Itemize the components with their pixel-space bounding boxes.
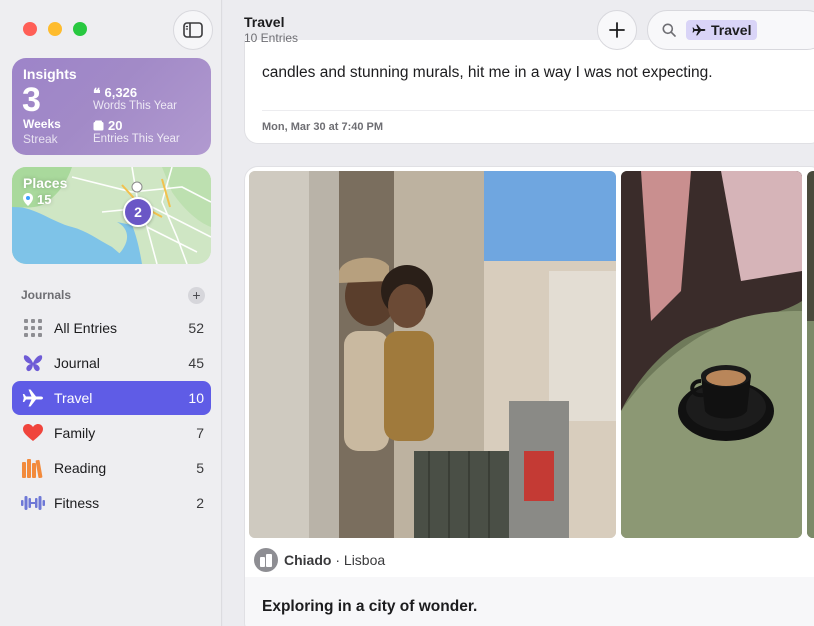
entry-count-subtitle: 10 Entries bbox=[244, 31, 299, 45]
words-value: 6,326 bbox=[104, 85, 138, 100]
sidebar-item-count: 5 bbox=[196, 460, 204, 476]
search-token-label: Travel bbox=[711, 22, 752, 38]
sidebar-item-family[interactable]: Family 7 bbox=[12, 416, 211, 450]
photo-partial bbox=[807, 171, 814, 538]
map-cluster-pin[interactable]: 2 bbox=[123, 197, 153, 227]
entry-title: Exploring in a city of wonder. bbox=[262, 598, 478, 615]
sidebar-item-count: 45 bbox=[188, 355, 204, 371]
places-count: 15 bbox=[23, 192, 51, 207]
entry-location[interactable]: Chiado · Lisboa bbox=[254, 548, 385, 572]
entries-icon bbox=[93, 120, 104, 131]
butterfly-icon bbox=[12, 354, 54, 372]
sidebar-item-all-entries[interactable]: All Entries 52 bbox=[12, 311, 211, 345]
minimize-window-button[interactable] bbox=[48, 22, 62, 36]
add-journal-button[interactable]: + bbox=[188, 287, 205, 304]
entries-stat: 20 bbox=[93, 118, 122, 133]
sidebar-item-count: 10 bbox=[188, 390, 204, 406]
heart-icon bbox=[12, 424, 54, 442]
location-pin-icon bbox=[23, 193, 33, 206]
journal-entry-card[interactable]: Chiado · Lisboa Exploring in a city of w… bbox=[244, 166, 814, 626]
plus-icon bbox=[609, 22, 625, 38]
divider bbox=[262, 110, 814, 111]
entry-body-text: candles and stunning murals, hit me in a… bbox=[262, 64, 713, 81]
close-window-button[interactable] bbox=[23, 22, 37, 36]
sidebar-item-label: Reading bbox=[54, 460, 107, 476]
sidebar-item-reading[interactable]: Reading 5 bbox=[12, 451, 211, 485]
toolbar: Travel 10 Entries Travel bbox=[223, 0, 814, 56]
location-name: Chiado bbox=[284, 552, 332, 568]
places-card[interactable]: Places 15 2 bbox=[12, 167, 211, 264]
sidebar-item-label: Fitness bbox=[54, 495, 100, 511]
search-filter-token[interactable]: Travel bbox=[686, 20, 758, 40]
insights-card[interactable]: Insights 3 Weeks Streak ❝ 6,326 Words Th… bbox=[12, 58, 211, 155]
sidebar-item-travel[interactable]: Travel 10 bbox=[12, 381, 211, 415]
sidebar-item-label: All Entries bbox=[54, 320, 118, 336]
places-count-value: 15 bbox=[37, 192, 52, 207]
search-field[interactable]: Travel bbox=[647, 10, 814, 50]
sidebar-item-label: Family bbox=[54, 425, 96, 441]
sidebar-item-fitness[interactable]: Fitness 2 bbox=[12, 486, 211, 520]
journals-section-title: Journals bbox=[21, 288, 72, 302]
location-city: Lisboa bbox=[343, 552, 386, 568]
balcony-photo bbox=[249, 171, 616, 538]
sidebar-item-count: 7 bbox=[196, 425, 204, 441]
sidebar-item-count: 52 bbox=[188, 320, 204, 336]
location-separator: · bbox=[331, 552, 344, 568]
entries-label: Entries This Year bbox=[93, 133, 180, 145]
sidebar-toggle-button[interactable] bbox=[173, 10, 213, 50]
entry-date: Mon, Mar 30 at 7:40 PM bbox=[262, 121, 384, 133]
streak-unit: Weeks bbox=[23, 117, 61, 131]
airplane-icon bbox=[12, 389, 54, 407]
building-icon bbox=[254, 548, 278, 572]
main-content: candles and stunning murals, hit me in a… bbox=[223, 0, 814, 626]
entries-value: 20 bbox=[108, 118, 123, 133]
sidebar-item-count: 2 bbox=[196, 495, 204, 511]
sidebar-item-label: Journal bbox=[54, 355, 100, 371]
streak-value: 3 bbox=[22, 81, 41, 119]
search-icon bbox=[662, 23, 676, 37]
quote-icon: ❝ bbox=[93, 84, 101, 101]
dumbbell-icon bbox=[12, 495, 54, 511]
words-stat: ❝ 6,326 bbox=[93, 85, 137, 100]
places-title: Places bbox=[23, 175, 68, 191]
coffee-photo bbox=[621, 171, 802, 538]
new-entry-button[interactable] bbox=[597, 10, 637, 50]
sidebar-item-journal[interactable]: Journal 45 bbox=[12, 346, 211, 380]
sidebar: Insights 3 Weeks Streak ❝ 6,326 Words Th… bbox=[0, 0, 222, 626]
entry-photo[interactable] bbox=[621, 171, 802, 538]
page-title: Travel bbox=[244, 14, 285, 30]
airplane-icon bbox=[692, 24, 706, 36]
streak-label: Streak bbox=[23, 132, 58, 146]
entry-photo[interactable] bbox=[807, 171, 814, 538]
sidebar-icon bbox=[183, 22, 203, 38]
sidebar-item-label: Travel bbox=[54, 390, 93, 406]
entry-photo[interactable] bbox=[249, 171, 616, 538]
grid-icon bbox=[12, 319, 54, 337]
books-icon bbox=[12, 458, 54, 478]
words-label: Words This Year bbox=[93, 100, 177, 112]
zoom-window-button[interactable] bbox=[73, 22, 87, 36]
